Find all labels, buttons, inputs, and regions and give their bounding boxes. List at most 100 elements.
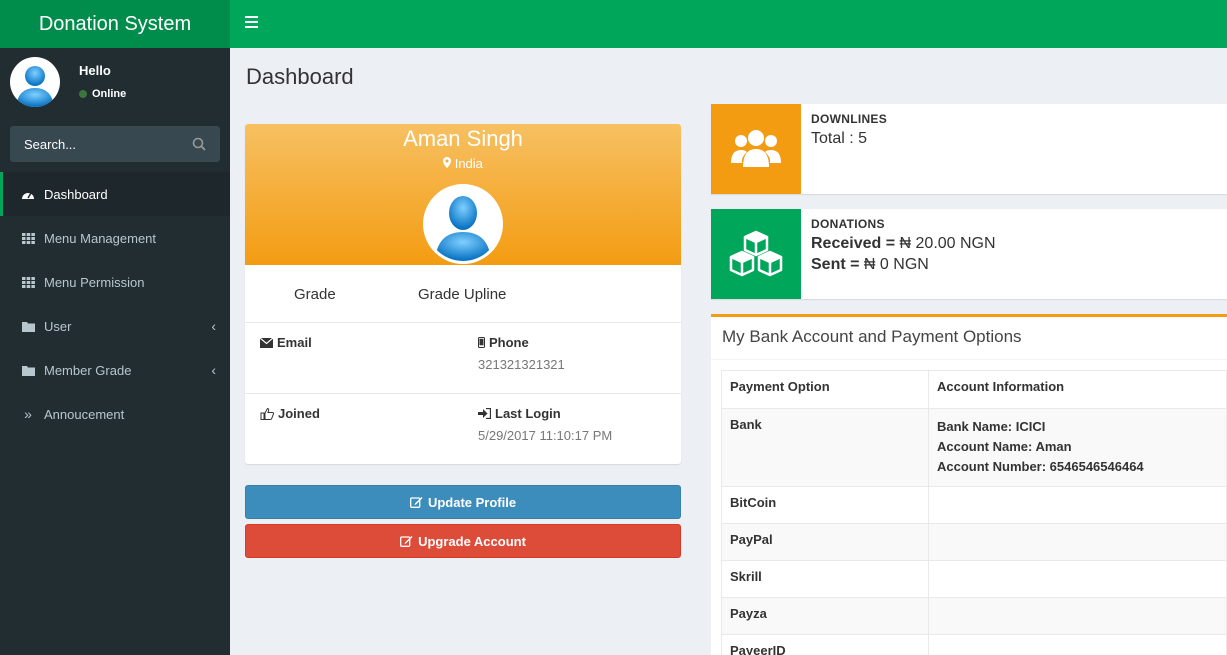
- chevron-left-icon[interactable]: ‹: [211, 318, 216, 334]
- top-navbar: [230, 0, 1227, 48]
- donations-received: Received = ₦ 20.00 NGN: [811, 235, 996, 253]
- map-marker-icon: [443, 157, 452, 168]
- envelope-icon: [260, 337, 273, 348]
- sidebar-item-label: Menu Permission: [44, 274, 145, 290]
- thumbs-up-icon: [260, 407, 274, 420]
- sidebar-item-label: Menu Management: [44, 230, 157, 246]
- status-label: Online: [92, 88, 127, 100]
- sidebar-item-menu-management[interactable]: Menu Management: [0, 216, 230, 260]
- payment-option-cell: BitCoin: [721, 486, 929, 524]
- info-row: Email Phone 321321321321: [245, 322, 681, 393]
- edit-icon: [400, 536, 413, 547]
- profile-card: Aman Singh India Grade Grade Upline Emai…: [245, 124, 681, 464]
- sidebar-item-label: User: [44, 318, 72, 334]
- downlines-box: DOWNLINES Total : 5: [711, 104, 1227, 194]
- bank-name: Bank Name: ICICI: [937, 419, 1046, 434]
- payment-option-cell: PayeerID: [721, 634, 929, 655]
- account-info-cell: [928, 597, 1227, 635]
- received-value: ₦ 20.00 NGN: [899, 235, 996, 252]
- edit-icon: [409, 497, 423, 508]
- sidebar: Donation System Hello Online Search... D…: [0, 0, 230, 655]
- upgrade-account-button[interactable]: Upgrade Account: [245, 524, 681, 558]
- sent-value: ₦ 0 NGN: [863, 256, 929, 273]
- joined-label: Joined: [278, 406, 320, 421]
- donations-title: DONATIONS: [811, 217, 885, 231]
- profile-grades: Grade Grade Upline: [245, 265, 681, 322]
- online-status: Online: [79, 88, 126, 100]
- joined-field: Joined: [260, 406, 320, 428]
- user-avatar: [10, 57, 60, 107]
- last-login-field: Last Login 5/29/2017 11:10:17 PM: [478, 406, 612, 443]
- user-panel: Hello Online: [0, 48, 230, 114]
- table-row: Bank Bank Name: ICICI Account Name: Aman…: [721, 408, 1227, 487]
- profile-avatar: [423, 184, 503, 264]
- sent-label: Sent =: [811, 256, 860, 273]
- status-dot-icon: [79, 90, 87, 98]
- payment-option-cell: Skrill: [721, 560, 929, 598]
- account-number: Account Number: 6546546546464: [937, 459, 1144, 474]
- folder-icon: [21, 321, 35, 332]
- dashboard-icon: [21, 188, 35, 200]
- brand-logo[interactable]: Donation System: [0, 0, 230, 48]
- sidebar-search-input[interactable]: Search...: [10, 126, 220, 162]
- sidebar-menu: Dashboard Menu Management Menu Permissio…: [0, 172, 230, 436]
- last-login-label: Last Login: [495, 406, 561, 421]
- sidebar-item-dashboard[interactable]: Dashboard: [0, 172, 230, 216]
- mobile-phone-icon: [478, 337, 485, 348]
- sidebar-item-label: Dashboard: [44, 186, 108, 202]
- account-info-cell: [928, 523, 1227, 561]
- downlines-total: Total : 5: [811, 130, 868, 147]
- payment-option-cell: Bank: [721, 408, 929, 487]
- account-info-cell: [928, 486, 1227, 524]
- cubes-icon: [711, 209, 801, 299]
- info-row: Joined Last Login 5/29/2017 11:10:17 PM: [245, 393, 681, 464]
- sidebar-item-member-grade[interactable]: Member Grade ‹: [0, 348, 230, 392]
- folder-icon: [21, 365, 35, 376]
- phone-field: Phone 321321321321: [478, 335, 565, 372]
- table-header: Account Information: [928, 370, 1227, 409]
- table-row: Skrill: [721, 560, 1227, 598]
- sidebar-item-annoucement[interactable]: » Annoucement: [0, 392, 230, 436]
- grade-label: Grade: [294, 286, 336, 303]
- table-header-row: Payment Option Account Information: [721, 370, 1227, 409]
- account-info-cell: [928, 560, 1227, 598]
- phone-label: Phone: [489, 335, 529, 350]
- sign-in-icon: [478, 408, 491, 419]
- profile-name: Aman Singh: [403, 126, 523, 151]
- update-profile-label: Update Profile: [427, 494, 517, 510]
- update-profile-button[interactable]: Update Profile: [245, 485, 681, 519]
- downlines-title: DOWNLINES: [811, 112, 888, 126]
- table-row: PayeerID: [721, 634, 1227, 655]
- sidebar-item-menu-permission[interactable]: Menu Permission: [0, 260, 230, 304]
- search-placeholder: Search...: [24, 136, 77, 152]
- sidebar-item-user[interactable]: User ‹: [0, 304, 230, 348]
- account-info-cell: Bank Name: ICICI Account Name: Aman Acco…: [928, 408, 1227, 487]
- account-info-cell: [928, 634, 1227, 655]
- profile-location: India: [245, 156, 681, 171]
- user-greeting: Hello: [79, 63, 111, 78]
- grid-icon: [21, 276, 35, 288]
- search-icon[interactable]: [192, 137, 206, 151]
- upgrade-account-label: Upgrade Account: [418, 533, 526, 549]
- bank-account-box: My Bank Account and Payment Options Paym…: [711, 314, 1227, 655]
- account-name: Account Name: Aman: [937, 439, 1072, 454]
- received-label: Received =: [811, 235, 896, 252]
- payment-option-cell: Payza: [721, 597, 929, 635]
- phone-value: 321321321321: [478, 357, 565, 372]
- location-label: India: [454, 156, 483, 171]
- table-row: Payza: [721, 597, 1227, 635]
- email-field: Email: [260, 335, 312, 357]
- payment-option-cell: PayPal: [721, 523, 929, 561]
- payment-options-table: Payment Option Account Information Bank …: [721, 370, 1227, 655]
- chevron-left-icon[interactable]: ‹: [211, 362, 216, 378]
- last-login-value: 5/29/2017 11:10:17 PM: [478, 428, 613, 443]
- hamburger-menu-icon[interactable]: [245, 16, 258, 28]
- double-chevron-icon: »: [24, 406, 32, 422]
- email-label: Email: [277, 335, 312, 350]
- sidebar-item-label: Member Grade: [44, 362, 132, 378]
- donations-box: DONATIONS Received = ₦ 20.00 NGN Sent = …: [711, 209, 1227, 299]
- grid-icon: [21, 232, 35, 244]
- sidebar-item-label: Annoucement: [44, 406, 125, 422]
- table-header: Payment Option: [721, 370, 929, 409]
- users-icon: [711, 104, 801, 194]
